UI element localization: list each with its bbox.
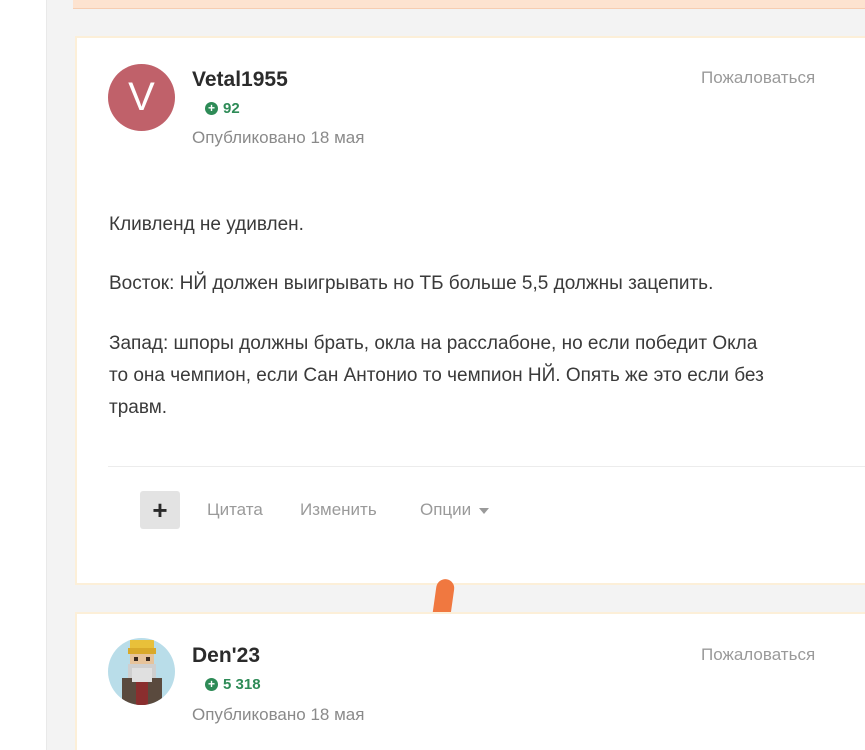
forum-post: V Vetal1955 + 92 Опубликовано 18 мая Пож… xyxy=(75,36,865,585)
edit-button[interactable]: Изменить xyxy=(300,500,377,520)
options-button[interactable]: Опции xyxy=(420,500,490,520)
reputation-value: 92 xyxy=(223,100,240,117)
reputation-plus-button[interactable]: + xyxy=(140,491,180,529)
caret-down-icon xyxy=(479,507,490,514)
left-gutter xyxy=(0,0,47,750)
previous-post-edge xyxy=(73,0,865,9)
author-name[interactable]: Den'23 xyxy=(192,644,260,668)
options-label: Опции xyxy=(420,500,472,519)
report-link[interactable]: Пожаловаться xyxy=(701,68,815,88)
reputation-badge: + 5 318 xyxy=(205,676,261,693)
published-date: Опубликовано 18 мая xyxy=(192,128,365,147)
post-paragraph: то она чемпион, если Сан Антонио то чемп… xyxy=(109,365,764,386)
post-divider xyxy=(108,466,865,467)
post-paragraph: Запад: шпоры должны брать, окла на рассл… xyxy=(109,333,758,354)
forum-page: V Vetal1955 + 92 Опубликовано 18 мая Пож… xyxy=(0,0,865,750)
plus-circle-icon: + xyxy=(205,102,218,115)
plus-circle-icon: + xyxy=(205,678,218,691)
published-date: Опубликовано 18 мая xyxy=(192,705,365,724)
author-name[interactable]: Vetal1955 xyxy=(192,68,288,92)
report-link[interactable]: Пожаловаться xyxy=(701,645,815,665)
post-paragraph: Кливленд не удивлен. xyxy=(109,214,304,235)
avatar[interactable] xyxy=(108,638,175,705)
forum-post: Den'23 + 5 318 Опубликовано 18 мая Пожал… xyxy=(75,612,865,750)
post-paragraph: Восток: НЙ должен выигрывать но ТБ больш… xyxy=(109,273,714,294)
quote-button[interactable]: Цитата xyxy=(207,500,263,520)
post-paragraph: травм. xyxy=(109,397,168,418)
reputation-badge: + 92 xyxy=(205,100,240,117)
avatar[interactable]: V xyxy=(108,64,175,131)
reputation-value: 5 318 xyxy=(223,676,261,693)
